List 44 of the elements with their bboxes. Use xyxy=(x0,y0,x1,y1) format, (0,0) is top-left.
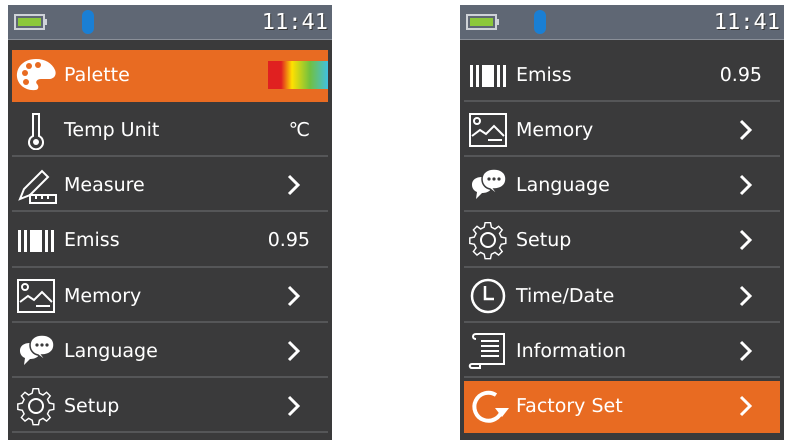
menu-label: Time/Date xyxy=(516,284,616,307)
menu-label: Memory xyxy=(516,119,594,142)
menu-label: Setup xyxy=(64,394,120,417)
chevron-right-icon xyxy=(738,338,754,363)
setting-value: 0.95 xyxy=(268,229,310,252)
palette-gradient xyxy=(268,61,328,90)
chevron-right-icon xyxy=(738,118,754,142)
menu-label: Emiss xyxy=(64,229,121,252)
menu-item[interactable]: Temp Unit ℃ xyxy=(12,105,328,158)
chevron-right-icon xyxy=(738,284,754,308)
chevron-right-icon xyxy=(286,284,302,308)
menu-item[interactable]: Emiss 0.95 xyxy=(464,50,780,102)
menu-item[interactable]: Setup xyxy=(464,215,780,268)
menu-label: Memory xyxy=(64,284,142,307)
menu-label: Measure xyxy=(64,174,146,196)
menu-item[interactable]: Setup xyxy=(12,380,328,433)
menu-item[interactable]: Memory xyxy=(464,105,780,158)
menu-label: Language xyxy=(64,340,159,362)
chevron-right-icon xyxy=(738,228,754,252)
menu-item[interactable]: Emiss 0.95 xyxy=(12,215,328,268)
chevron-right-icon xyxy=(738,394,754,418)
menu-item[interactable]: Memory xyxy=(12,270,328,323)
setting-value: 0.95 xyxy=(720,64,762,86)
chevron-right-icon xyxy=(286,338,302,363)
menu-label: Temp Unit xyxy=(64,119,160,142)
menu-item[interactable]: Language xyxy=(12,326,328,378)
chevron-right-icon xyxy=(738,173,754,198)
battery-icon xyxy=(14,14,48,30)
setting-value: ℃ xyxy=(288,119,310,142)
menu-label: Emiss xyxy=(516,64,573,86)
chevron-right-icon xyxy=(286,173,302,198)
chevron-right-icon xyxy=(286,394,302,418)
menu-item[interactable]: Language xyxy=(464,160,780,212)
menu-label: Factory Set xyxy=(516,394,624,417)
menu-item[interactable]: Measure xyxy=(12,160,328,212)
menu-label: Setup xyxy=(516,229,572,252)
clock-time: 11:41 xyxy=(714,10,780,34)
menu-label: Palette xyxy=(64,64,131,86)
menu-label: Language xyxy=(516,174,611,196)
battery-icon xyxy=(466,14,500,30)
menu-item[interactable]: Time/Date xyxy=(464,270,780,323)
menu-label: Information xyxy=(516,340,627,362)
clock-time: 11:41 xyxy=(262,10,328,34)
menu-item[interactable]: Information xyxy=(464,326,780,378)
